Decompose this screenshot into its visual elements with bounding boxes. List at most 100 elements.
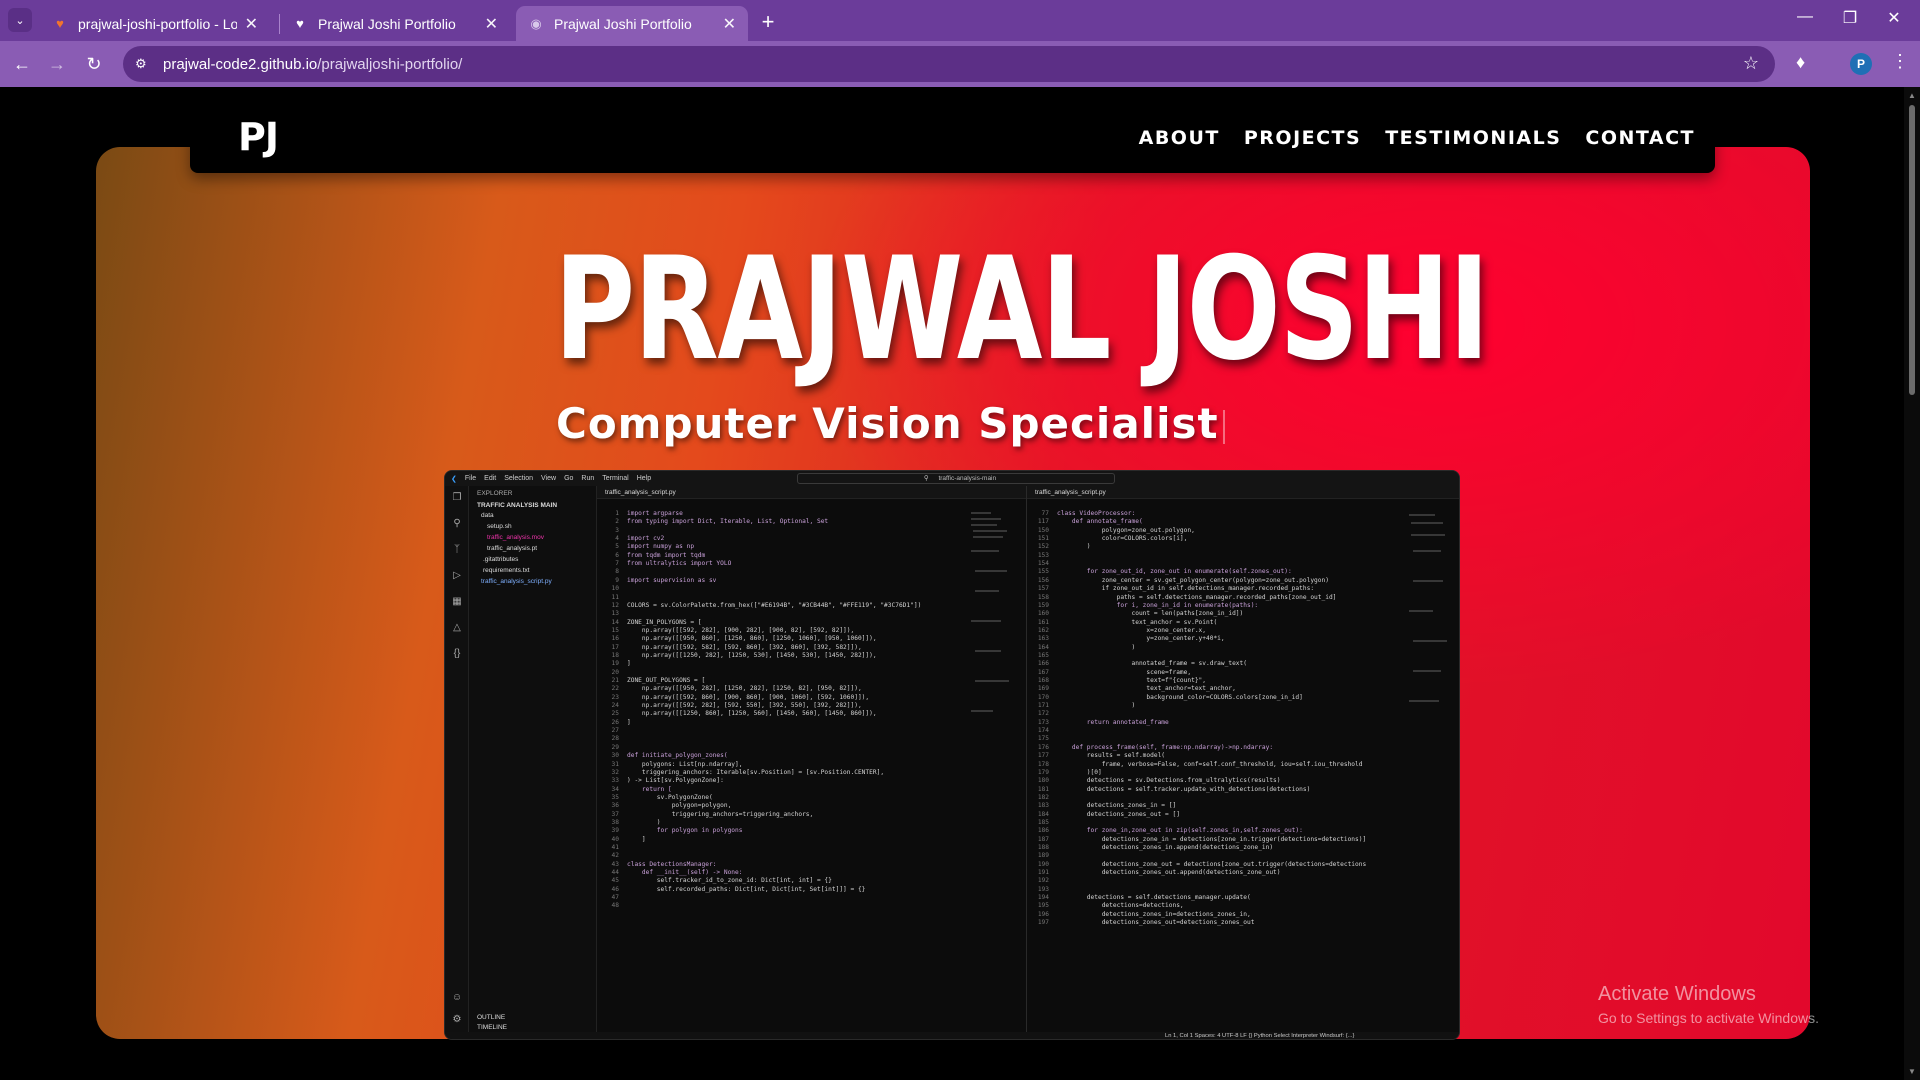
scroll-up-icon[interactable]: ▲ bbox=[1908, 91, 1916, 100]
line-number: 32 bbox=[611, 768, 619, 776]
ide-menu-view: View bbox=[541, 475, 557, 482]
window-close-icon[interactable]: ✕ bbox=[1880, 8, 1908, 28]
line-number: 12 bbox=[611, 601, 619, 609]
braces-icon: {} bbox=[453, 648, 461, 659]
line-number: 31 bbox=[611, 760, 619, 768]
code-line: ) bbox=[627, 818, 661, 826]
project-folder: TRAFFIC ANALYSIS MAIN bbox=[477, 502, 558, 509]
code-line: self.tracker_id_to_zone_id: Dict[int, in… bbox=[627, 877, 832, 885]
minimize-icon[interactable]: — bbox=[1791, 8, 1819, 26]
page-scrollbar[interactable]: ▲ ▼ bbox=[1904, 87, 1920, 1080]
gear-icon: ⚙ bbox=[452, 1014, 462, 1025]
line-number: 33 bbox=[611, 777, 619, 785]
restore-icon[interactable]: ❐ bbox=[1836, 8, 1864, 28]
reload-icon[interactable]: ↻ bbox=[81, 51, 107, 77]
close-icon[interactable]: ✕ bbox=[723, 14, 736, 34]
file-script: traffic_analysis_script.py bbox=[481, 578, 552, 585]
site-settings-icon[interactable]: ⚙ bbox=[135, 56, 153, 72]
line-number: 190 bbox=[1037, 860, 1049, 868]
code-line: triggering_anchors: Iterable[sv.Position… bbox=[627, 768, 885, 776]
files-icon: ❐ bbox=[452, 492, 462, 503]
line-number: 22 bbox=[611, 685, 619, 693]
line-number: 44 bbox=[611, 869, 619, 877]
testing-flask-icon: △ bbox=[453, 622, 461, 633]
line-number: 14 bbox=[611, 618, 619, 626]
code-line: )[0] bbox=[1057, 768, 1102, 776]
new-tab-button[interactable]: + bbox=[754, 8, 782, 36]
nav-projects-link[interactable]: PROJECTS bbox=[1244, 127, 1361, 149]
code-line: polygon=zone_out.polygon, bbox=[1057, 526, 1195, 534]
line-number: 183 bbox=[1037, 802, 1049, 810]
line-number: 4 bbox=[615, 535, 619, 543]
line-number: 156 bbox=[1037, 576, 1049, 584]
nav-testimonials-link[interactable]: TESTIMONIALS bbox=[1385, 127, 1561, 149]
code-line: ) bbox=[1057, 643, 1136, 651]
back-icon[interactable]: ← bbox=[9, 51, 35, 77]
code-line: import numpy as np bbox=[627, 543, 695, 551]
code-line: detections_zone_in = detections[zone_in.… bbox=[1057, 835, 1367, 843]
close-icon[interactable]: ✕ bbox=[485, 14, 498, 34]
browser-tab-3-active[interactable]: ◉ Prajwal Joshi Portfolio ✕ bbox=[516, 6, 748, 41]
line-number: 153 bbox=[1037, 551, 1049, 559]
close-icon[interactable]: ✕ bbox=[245, 14, 258, 34]
line-number: 151 bbox=[1037, 535, 1049, 543]
code-line: for i, zone_in_id in enumerate(paths): bbox=[1057, 601, 1259, 609]
line-number: 19 bbox=[611, 660, 619, 668]
browser-tab-2[interactable]: ♥ Prajwal Joshi Portfolio ✕ bbox=[280, 6, 510, 41]
code-line: def process_frame(self, frame:np.ndarray… bbox=[1057, 743, 1274, 751]
line-number: 197 bbox=[1037, 919, 1049, 927]
browser-toolbar: ← → ↻ ⚙ prajwal-code2.github.io/prajwalj… bbox=[0, 41, 1920, 87]
profile-avatar[interactable]: P bbox=[1850, 53, 1872, 75]
code-line: class VideoProcessor: bbox=[1057, 510, 1136, 517]
nav-contact-link[interactable]: CONTACT bbox=[1585, 127, 1695, 149]
line-number: 18 bbox=[611, 651, 619, 659]
bookmark-star-icon[interactable]: ☆ bbox=[1743, 53, 1759, 74]
page-viewport: PJ ABOUT PROJECTS TESTIMONIALS CONTACT P… bbox=[0, 87, 1904, 1080]
line-number: 163 bbox=[1037, 635, 1049, 643]
line-number: 161 bbox=[1037, 618, 1049, 626]
windows-activation-title: Activate Windows bbox=[1598, 983, 1756, 1005]
code-line: frame, verbose=False, conf=self.conf_thr… bbox=[1057, 760, 1363, 768]
file-mov: traffic_analysis.mov bbox=[487, 534, 544, 541]
ide-search-box: ⚲ traffic-analysis-main bbox=[797, 473, 1115, 484]
code-line: ] bbox=[627, 718, 631, 726]
nav-about-link[interactable]: ABOUT bbox=[1139, 127, 1220, 149]
vscode-logo-icon: ❮ bbox=[451, 475, 457, 483]
line-number: 24 bbox=[611, 702, 619, 710]
code-line: if zone_out_id in self.detections_manage… bbox=[1057, 585, 1315, 593]
line-number: 37 bbox=[611, 810, 619, 818]
code-line: ] bbox=[627, 835, 646, 843]
code-line: np.array([[1250, 860], [1250, 560], [145… bbox=[627, 710, 877, 718]
code-line: ) -> List[sv.PolygonZone]: bbox=[627, 777, 724, 785]
outline-section: OUTLINE bbox=[477, 1014, 506, 1021]
site-nav-links: ABOUT PROJECTS TESTIMONIALS CONTACT bbox=[1139, 127, 1695, 149]
line-number: 45 bbox=[611, 877, 619, 885]
address-bar[interactable]: ⚙ prajwal-code2.github.io/prajwaljoshi-p… bbox=[123, 46, 1775, 82]
ide-menu-selection: Selection bbox=[504, 475, 534, 482]
minimap-right bbox=[1409, 514, 1447, 702]
code-line: ) bbox=[1057, 702, 1136, 710]
scrollbar-thumb[interactable] bbox=[1909, 105, 1915, 395]
browser-tab-1[interactable]: ♥ prajwal-joshi-portfolio - Lovabl ✕ bbox=[40, 6, 270, 41]
line-number: 20 bbox=[611, 668, 619, 676]
hero-name-heading: PRAJWAL JOSHI bbox=[554, 227, 1490, 392]
line-number: 192 bbox=[1037, 877, 1049, 885]
extensions-icon: ▦ bbox=[452, 596, 462, 607]
extensions-puzzle-icon[interactable]: ♦ bbox=[1796, 52, 1805, 73]
line-number: 160 bbox=[1037, 610, 1049, 618]
tab-search-button[interactable]: ⌄ bbox=[8, 8, 32, 32]
code-line: detections_zones_in = [] bbox=[1057, 802, 1177, 810]
code-line: sv.PolygonZone( bbox=[627, 793, 713, 801]
browser-menu-icon[interactable]: ⋮ bbox=[1891, 51, 1909, 72]
line-number: 9 bbox=[615, 576, 619, 584]
forward-icon[interactable]: → bbox=[44, 51, 70, 77]
line-number: 195 bbox=[1037, 902, 1049, 910]
code-line: results = self.model( bbox=[1057, 752, 1166, 760]
scroll-down-icon[interactable]: ▼ bbox=[1908, 1067, 1916, 1076]
site-logo[interactable]: PJ bbox=[238, 115, 279, 159]
code-line: np.array([[592, 582], [592, 860], [392, … bbox=[627, 643, 862, 651]
line-number: 38 bbox=[611, 818, 619, 826]
line-number: 34 bbox=[611, 785, 619, 793]
line-number: 16 bbox=[611, 635, 619, 643]
code-line: polygon=polygon, bbox=[627, 802, 732, 810]
